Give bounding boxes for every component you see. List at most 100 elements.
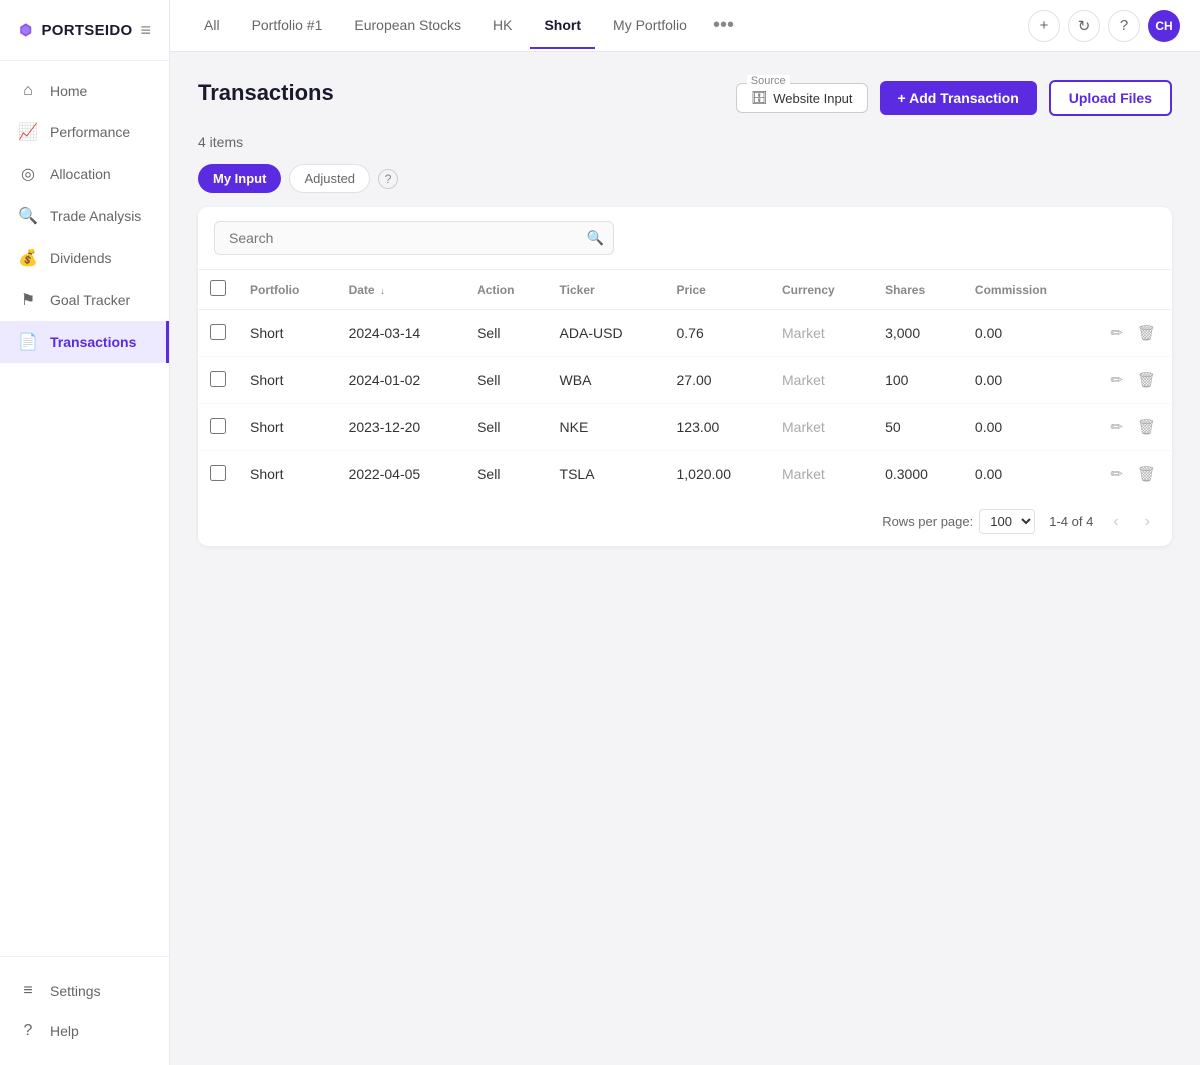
performance-icon: 📈 (18, 122, 38, 142)
prev-page-button[interactable]: ‹ (1107, 511, 1124, 533)
next-page-button[interactable]: › (1139, 511, 1156, 533)
sidebar-item-home[interactable]: ⌂Home (0, 71, 169, 111)
home-label: Home (50, 83, 87, 99)
row-checkbox-2[interactable] (210, 418, 226, 434)
cell-portfolio-2: Short (238, 404, 337, 451)
sidebar-logo: PORTSEIDO ≡ (0, 0, 169, 61)
cell-commission-2: 0.00 (963, 404, 1092, 451)
cell-commission-0: 0.00 (963, 310, 1092, 357)
col-currency: Currency (770, 270, 873, 310)
help-icon: ? (18, 1022, 38, 1040)
search-container: 🔍 (198, 207, 1172, 270)
cell-action-0: Sell (465, 310, 547, 357)
filter-tab-adjusted[interactable]: Adjusted (289, 164, 370, 193)
col-ticker: Ticker (548, 270, 665, 310)
cell-date-2: 2023-12-20 (337, 404, 466, 451)
cell-currency-0: Market (770, 310, 873, 357)
sidebar-item-goal-tracker[interactable]: ⚑Goal Tracker (0, 279, 169, 321)
sidebar-item-trade-analysis[interactable]: 🔍Trade Analysis (0, 195, 169, 237)
source-icon: 🗄 (751, 90, 768, 106)
select-all-checkbox[interactable] (210, 280, 226, 296)
col-action: Action (465, 270, 547, 310)
items-count: 4 items (198, 134, 243, 150)
goal-tracker-label: Goal Tracker (50, 292, 130, 308)
cell-ticker-2: NKE (548, 404, 665, 451)
add-transaction-button[interactable]: + Add Transaction (880, 81, 1037, 115)
performance-label: Performance (50, 124, 130, 140)
hamburger-icon[interactable]: ≡ (140, 20, 151, 41)
col-portfolio: Portfolio (238, 270, 337, 310)
tab-myportfolio[interactable]: My Portfolio (599, 3, 701, 49)
content-area: Transactions Source 🗄 Website Input + Ad… (170, 52, 1200, 1065)
filter-tab-my-input[interactable]: My Input (198, 164, 281, 193)
source-selector[interactable]: Source 🗄 Website Input (736, 83, 868, 113)
header-right: Source 🗄 Website Input + Add Transaction… (736, 80, 1172, 116)
help-label: Help (50, 1023, 79, 1039)
page-info: 1-4 of 4 (1049, 514, 1093, 529)
topbar: AllPortfolio #1European StocksHKShortMy … (170, 0, 1200, 52)
topbar-actions: + ↻ ? CH (1028, 10, 1180, 42)
tab-all[interactable]: All (190, 3, 234, 49)
cell-ticker-1: WBA (548, 357, 665, 404)
edit-row-button-1[interactable]: ✏ (1106, 369, 1127, 391)
delete-row-button-2[interactable]: 🗑 (1133, 416, 1160, 438)
transactions-icon: 📄 (18, 332, 38, 352)
add-button[interactable]: + (1028, 10, 1060, 42)
cell-price-2: 123.00 (665, 404, 771, 451)
delete-row-button-0[interactable]: 🗑 (1133, 322, 1160, 344)
table-row: Short 2024-03-14 Sell ADA-USD 0.76 Marke… (198, 310, 1172, 357)
edit-row-button-2[interactable]: ✏ (1106, 416, 1127, 438)
tab-hk[interactable]: HK (479, 3, 526, 49)
cell-price-1: 27.00 (665, 357, 771, 404)
refresh-button[interactable]: ↻ (1068, 10, 1100, 42)
delete-row-button-1[interactable]: 🗑 (1133, 369, 1160, 391)
table-body: Short 2024-03-14 Sell ADA-USD 0.76 Marke… (198, 310, 1172, 498)
cell-commission-1: 0.00 (963, 357, 1092, 404)
cell-shares-0: 3,000 (873, 310, 963, 357)
source-value: Website Input (773, 91, 852, 106)
cell-price-0: 0.76 (665, 310, 771, 357)
edit-row-button-3[interactable]: ✏ (1106, 463, 1127, 485)
allocation-label: Allocation (50, 166, 111, 182)
delete-row-button-3[interactable]: 🗑 (1133, 463, 1160, 485)
upload-files-button[interactable]: Upload Files (1049, 80, 1172, 116)
tab-short[interactable]: Short (530, 3, 595, 49)
rows-per-page-select[interactable]: 100 50 25 (979, 509, 1035, 534)
cell-portfolio-3: Short (238, 451, 337, 498)
cell-commission-3: 0.00 (963, 451, 1092, 498)
row-checkbox-1[interactable] (210, 371, 226, 387)
sidebar-item-allocation[interactable]: ◎Allocation (0, 153, 169, 195)
sidebar-item-dividends[interactable]: 💰 Dividends (0, 237, 169, 279)
table-head: Portfolio Date ↓ Action Ticker Price Cur… (198, 270, 1172, 310)
page-header: Transactions Source 🗄 Website Input + Ad… (198, 80, 1172, 116)
sidebar-item-transactions[interactable]: 📄Transactions (0, 321, 169, 363)
sidebar-item-settings[interactable]: ≡Settings (0, 971, 169, 1011)
tab-portfolio1[interactable]: Portfolio #1 (238, 3, 337, 49)
row-checkbox-3[interactable] (210, 465, 226, 481)
col-row-actions (1092, 270, 1172, 310)
cell-price-3: 1,020.00 (665, 451, 771, 498)
items-count-row: 4 items (198, 134, 1172, 150)
cell-date-3: 2022-04-05 (337, 451, 466, 498)
cell-currency-2: Market (770, 404, 873, 451)
col-date[interactable]: Date ↓ (337, 270, 466, 310)
refresh-icon: ↻ (1078, 17, 1091, 35)
sort-arrow-date: ↓ (380, 286, 385, 297)
row-checkbox-0[interactable] (210, 324, 226, 340)
filter-help-icon[interactable]: ? (378, 169, 398, 189)
dividends-icon: 💰 (18, 248, 38, 268)
edit-row-button-0[interactable]: ✏ (1106, 322, 1127, 344)
tabs-more-button[interactable]: ••• (705, 10, 742, 41)
search-input[interactable] (214, 221, 614, 255)
cell-ticker-0: ADA-USD (548, 310, 665, 357)
sidebar-item-help[interactable]: ? Help (0, 1011, 169, 1051)
search-wrap: 🔍 (214, 221, 614, 255)
cell-shares-1: 100 (873, 357, 963, 404)
dividends-label: Dividends (50, 250, 111, 266)
sidebar-item-performance[interactable]: 📈 Performance (0, 111, 169, 153)
add-icon: + (1040, 17, 1049, 34)
help-button[interactable]: ? (1108, 10, 1140, 42)
cell-currency-3: Market (770, 451, 873, 498)
tab-european[interactable]: European Stocks (340, 3, 475, 49)
avatar[interactable]: CH (1148, 10, 1180, 42)
